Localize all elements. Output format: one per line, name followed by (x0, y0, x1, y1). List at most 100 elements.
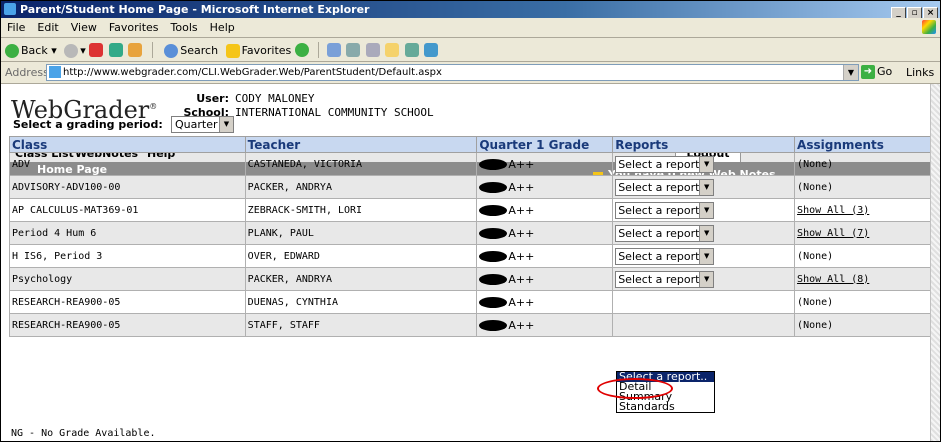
search-button[interactable]: Search (164, 39, 218, 62)
user-name: CODY MALONEY (235, 92, 315, 105)
redaction-mark (479, 205, 508, 216)
user-label: User: (196, 92, 229, 105)
assignments-link[interactable]: Show All (7) (797, 228, 869, 239)
menu-edit[interactable]: Edit (37, 21, 58, 34)
assignments-value: (None) (797, 158, 834, 170)
vertical-scrollbar[interactable] (930, 84, 940, 441)
report-cell: Select a report.. ▼ (612, 152, 796, 176)
highlight-annotation (597, 378, 673, 399)
assignments-link[interactable]: Show All (8) (797, 274, 869, 285)
class-table: Class Teacher Quarter 1 Grade Reports As… (9, 136, 931, 337)
report-select[interactable]: Select a report.. ▼ (615, 247, 715, 265)
grade-cell: A++ (476, 221, 614, 245)
forward-button[interactable]: ▾ (64, 39, 86, 62)
forward-arrow-icon (64, 43, 79, 58)
grade-value: A++ (508, 226, 535, 240)
class-cell: RESEARCH-REA900-05 (9, 313, 246, 337)
assignments-value: (None) (797, 250, 834, 262)
menu-file[interactable]: File (7, 21, 25, 34)
favorites-star-icon (225, 43, 240, 58)
toolbar-separator (151, 42, 153, 58)
trademark-mark: ® (149, 102, 158, 111)
address-label: Address (5, 66, 49, 79)
chevron-down-icon: ▼ (699, 179, 714, 195)
table-row: Period 4 Hum 6 PLANK, PAUL A++ Select a rep… (9, 221, 931, 245)
grade-value: A++ (508, 249, 535, 263)
report-select[interactable]: Select a report.. ▼ (615, 178, 715, 196)
dropdown-option-standards[interactable]: Standards (617, 401, 714, 412)
report-cell: Select a report.. ▼ (612, 221, 796, 245)
menu-tools[interactable]: Tools (171, 21, 198, 34)
toolbar: Back ▾ ▾ Search Favorites (1, 38, 940, 62)
chevron-down-icon: ▼ (699, 225, 714, 241)
grade-value: A++ (508, 295, 535, 309)
teacher-cell: CASTANEDA, VICTORIA (244, 152, 478, 176)
assignments-value: (None) (797, 181, 834, 193)
report-select[interactable]: Select a report.. ▼ (615, 201, 715, 219)
school-name: INTERNATIONAL COMMUNITY SCHOOL (235, 106, 434, 119)
menu-view[interactable]: View (71, 21, 97, 34)
class-cell: RESEARCH-REA900-05 (9, 290, 246, 314)
menu-help[interactable]: Help (210, 21, 235, 34)
teacher-cell: OVER, EDWARD (244, 244, 478, 268)
search-icon (164, 43, 179, 58)
go-button[interactable]: ➜ Go (861, 64, 892, 80)
assignments-link[interactable]: Show All (3) (797, 205, 869, 216)
class-cell: Psychology (9, 267, 246, 291)
table-row: AP CALCULUS-MAT369-01 ZEBRACK-SMITH, LORI… (9, 198, 931, 222)
address-url: http://www.webgrader.com/CLI.WebGrader.W… (63, 67, 442, 78)
menu-favorites[interactable]: Favorites (109, 21, 159, 34)
folder-icon[interactable] (385, 43, 400, 57)
redaction-mark (479, 320, 508, 331)
table-row: RESEARCH-REA900-05 STAFF, STAFF A++ (None) (9, 313, 931, 337)
toolbar-separator (318, 42, 320, 58)
table-row: ADV CASTANEDA, VICTORIA A++ Select a report… (9, 152, 931, 176)
messenger-icon[interactable] (404, 43, 419, 57)
header-grade: Quarter 1 Grade (476, 136, 614, 153)
mail-icon[interactable] (326, 43, 341, 57)
history-icon[interactable] (294, 43, 309, 57)
address-bar: Address http://www.webgrader.com/CLI.Web… (1, 62, 940, 84)
window-title: Parent/Student Home Page - Microsoft Int… (20, 3, 370, 16)
print-icon[interactable] (346, 43, 361, 57)
header-class: Class (9, 136, 246, 153)
redaction-mark (479, 159, 508, 170)
grade-value: A++ (508, 318, 535, 332)
stop-icon[interactable] (89, 43, 104, 57)
edit-icon[interactable] (365, 43, 380, 57)
report-select[interactable]: Select a report.. ▼ (615, 224, 715, 242)
report-select[interactable]: Select a report.. ▼ (615, 270, 715, 288)
grade-cell: A++ (476, 175, 614, 199)
windows-logo-icon (922, 20, 936, 34)
grading-period-label: Select a grading period: (13, 118, 163, 131)
refresh-icon[interactable] (108, 43, 123, 57)
grading-period-select[interactable]: Quarter 1 ▼ (171, 116, 234, 133)
class-cell: AP CALCULUS-MAT369-01 (9, 198, 246, 222)
teacher-cell: DUENAS, CYNTHIA (244, 290, 478, 314)
chevron-down-icon: ▼ (219, 117, 233, 132)
chevron-down-icon[interactable]: ▼ (843, 65, 858, 80)
assignments-cell: Show All (3) (794, 198, 931, 222)
go-arrow-icon: ➜ (861, 65, 875, 79)
chevron-down-icon: ▼ (699, 156, 714, 172)
grade-value: A++ (508, 180, 535, 194)
address-input[interactable]: http://www.webgrader.com/CLI.WebGrader.W… (46, 64, 859, 81)
favorites-button[interactable]: Favorites (225, 39, 291, 62)
teacher-cell: PLANK, PAUL (244, 221, 478, 245)
footnote: NG - No Grade Available. (11, 428, 156, 439)
report-select[interactable]: Select a report.. ▼ (615, 155, 715, 173)
chevron-down-icon: ▼ (699, 271, 714, 287)
research-icon[interactable] (424, 43, 439, 57)
links-button[interactable]: Links (906, 62, 934, 83)
header-assignments: Assignments (794, 136, 931, 153)
teacher-cell: PACKER, ANDRYA (244, 267, 478, 291)
class-cell: Period 4 Hum 6 (9, 221, 246, 245)
class-cell: ADV (9, 152, 246, 176)
back-button[interactable]: Back ▾ (5, 39, 57, 62)
header-reports: Reports (612, 136, 796, 153)
table-row: RESEARCH-REA900-05 DUENAS, CYNTHIA A++ (Non… (9, 290, 931, 314)
home-icon[interactable] (128, 43, 143, 57)
class-cell: ADVISORY-ADV100-00 (9, 175, 246, 199)
grade-cell: A++ (476, 244, 614, 268)
grade-cell: A++ (476, 290, 614, 314)
